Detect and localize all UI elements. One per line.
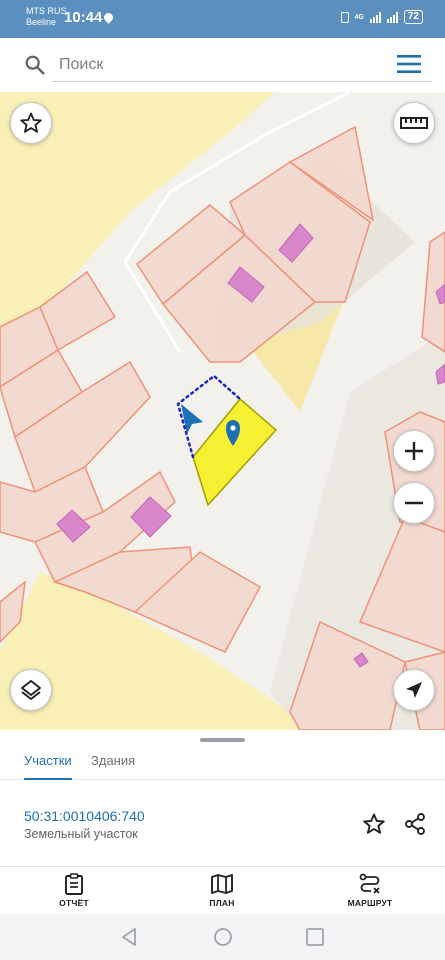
signal-icon <box>369 11 381 23</box>
measure-button[interactable] <box>393 102 435 144</box>
tab-buildings[interactable]: Здания <box>91 750 135 780</box>
nav-plan[interactable]: ПЛАН <box>177 873 267 908</box>
battery-indicator: 72 <box>403 10 423 24</box>
location-arrow-icon <box>406 682 422 698</box>
sheet-tabs: Участки Здания <box>0 744 445 780</box>
nav-report-label: ОТЧЁТ <box>59 898 89 908</box>
home-icon[interactable] <box>212 926 234 948</box>
recents-icon[interactable] <box>304 926 326 948</box>
status-time: 10:44 <box>64 9 103 26</box>
carrier-2: Beeline <box>26 17 57 27</box>
map-plan-icon <box>211 874 233 894</box>
tab-parcels[interactable]: Участки <box>24 750 72 780</box>
status-bar: MTS RUS Beeline 10:44 4G 72 <box>0 0 445 38</box>
zoom-out-icon <box>405 501 423 505</box>
share-icon[interactable] <box>403 812 427 836</box>
favorite-map-button[interactable] <box>10 102 52 144</box>
network-type: 4G <box>354 13 364 21</box>
report-icon <box>65 873 83 895</box>
location-status-icon <box>102 11 115 24</box>
search-bar <box>0 38 445 92</box>
route-icon <box>359 873 380 894</box>
carrier-1: MTS RUS <box>26 6 67 16</box>
carrier-info: MTS RUS Beeline <box>26 6 67 28</box>
my-location-button[interactable] <box>393 669 435 711</box>
zoom-out-button[interactable] <box>393 482 435 524</box>
direction-arrow-icon <box>181 404 203 434</box>
map-canvas[interactable] <box>0 92 445 730</box>
signal-icon-2 <box>386 11 398 23</box>
back-icon[interactable] <box>118 926 140 948</box>
system-navigation-bar <box>0 914 445 960</box>
nav-route-label: МАРШРУТ <box>347 898 393 908</box>
zoom-in-button[interactable] <box>393 430 435 472</box>
nav-plan-label: ПЛАН <box>209 898 235 908</box>
layers-icon <box>21 680 41 700</box>
layers-button[interactable] <box>10 669 52 711</box>
bottom-sheet: Участки Здания 50:31:0010406:740 Земельн… <box>0 730 445 866</box>
nav-route[interactable]: МАРШРУТ <box>325 873 415 908</box>
star-icon <box>20 112 42 133</box>
status-icons: 4G 72 <box>340 10 423 24</box>
zoom-in-icon <box>405 442 423 460</box>
map-view[interactable] <box>0 92 445 730</box>
search-input[interactable] <box>52 48 432 82</box>
menu-icon[interactable] <box>397 55 421 73</box>
ruler-icon <box>400 117 428 129</box>
vibrate-icon <box>340 11 349 23</box>
nav-report[interactable]: ОТЧЁТ <box>29 873 119 908</box>
search-icon[interactable] <box>24 54 46 76</box>
sheet-handle[interactable] <box>200 738 245 742</box>
parcel-cadastral-number[interactable]: 50:31:0010406:740 <box>24 808 145 824</box>
star-icon[interactable] <box>362 812 386 836</box>
selected-parcel <box>192 397 278 507</box>
parcel-type: Земельный участок <box>24 827 138 841</box>
bottom-navigation: ОТЧЁТ ПЛАН МАРШРУТ <box>0 866 445 914</box>
